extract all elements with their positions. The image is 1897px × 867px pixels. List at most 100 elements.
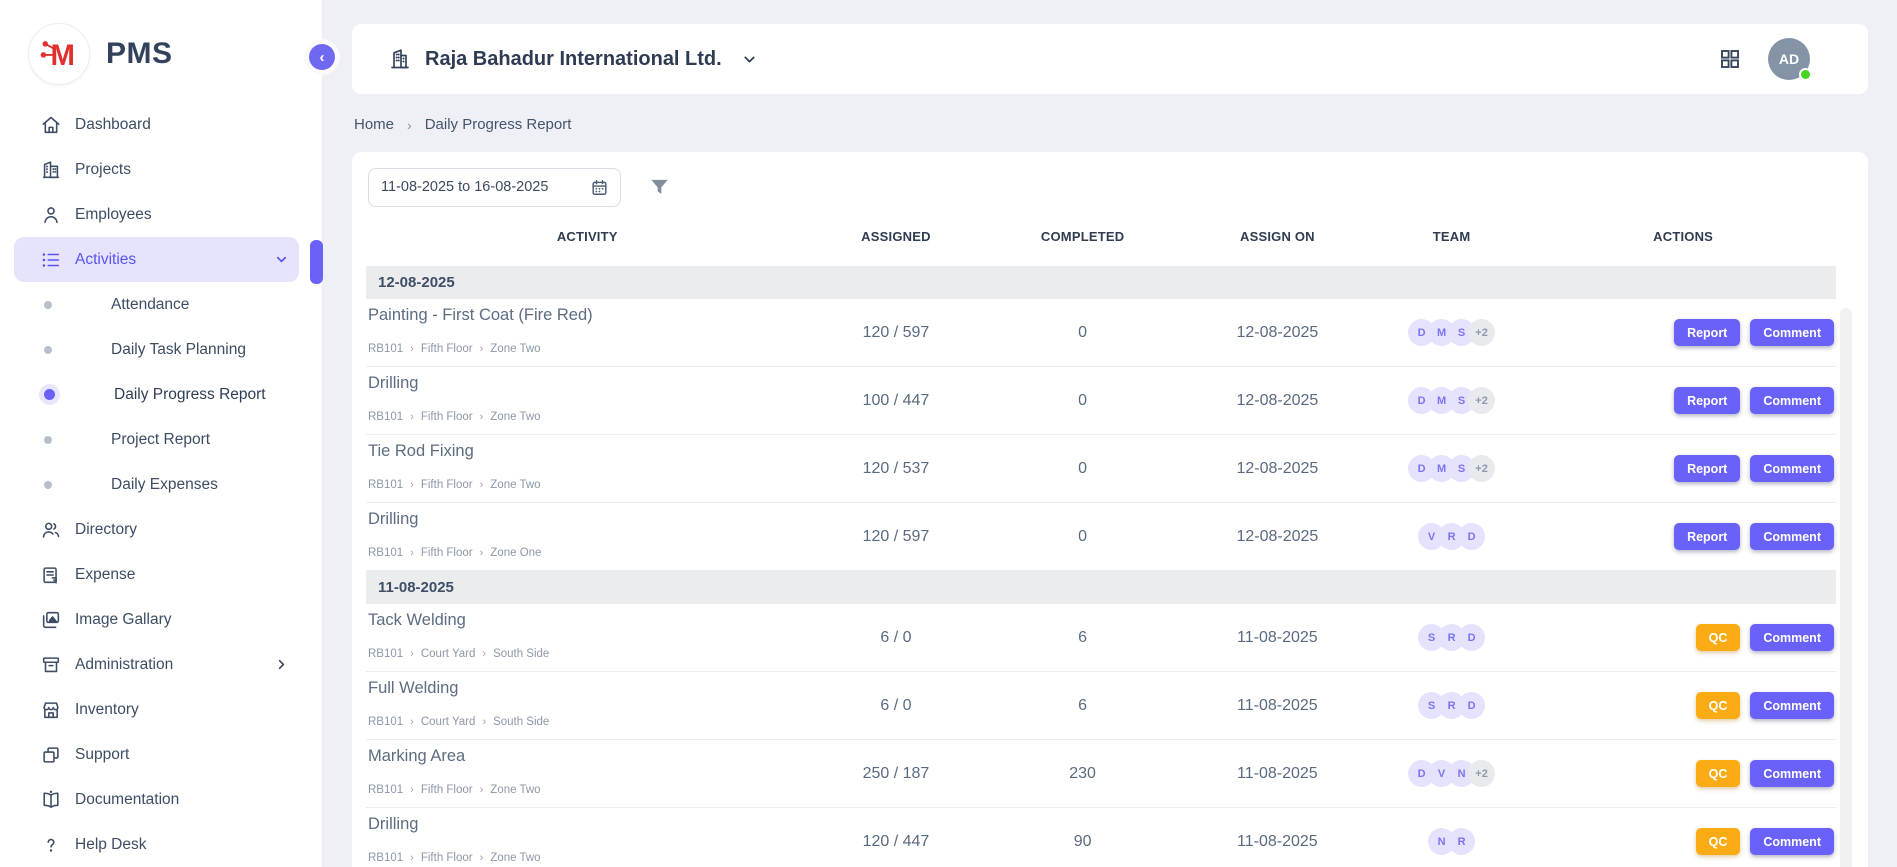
user-avatar[interactable]: AD (1768, 38, 1810, 80)
filter-funnel-icon[interactable] (648, 176, 671, 199)
team-member-badge[interactable]: R (1448, 828, 1475, 855)
bullet-dot-icon (44, 389, 55, 400)
sidebar-item-help-desk[interactable]: Help Desk (14, 822, 299, 867)
team-more-badge[interactable]: +2 (1468, 319, 1495, 346)
chevron-right-icon: › (480, 852, 484, 864)
team-more-badge[interactable]: +2 (1468, 455, 1495, 482)
table-scrollbar[interactable] (1840, 308, 1852, 867)
sidebar-item-label: Dashboard (75, 116, 151, 134)
comment-button[interactable]: Comment (1750, 692, 1834, 719)
sidebar-subitem-attendance[interactable]: Attendance (0, 282, 322, 327)
sidebar-item-label: Employees (75, 206, 152, 224)
table-row: Painting - First Coat (Fire Red)RB101›Fi… (366, 299, 1836, 367)
sidebar-item-support[interactable]: Support (14, 732, 299, 777)
receipt-icon (40, 564, 62, 586)
sidebar-item-employees[interactable]: Employees (14, 192, 299, 237)
comment-button[interactable]: Comment (1750, 455, 1834, 482)
date-range-input[interactable]: 11-08-2025 to 16-08-2025 (368, 168, 621, 207)
sidebar-item-administration[interactable]: Administration (14, 642, 299, 687)
table-body: 12-08-2025 Painting - First Coat (Fire Re… (366, 266, 1854, 867)
activity-cell: Full WeldingRB101›Court Yard›South Side (366, 672, 808, 739)
completed-value: 0 (983, 392, 1181, 410)
column-header-completed: COMPLETED (983, 229, 1181, 244)
sidebar-item-inventory[interactable]: Inventory (14, 687, 299, 732)
team-cell: DMS+2 (1373, 455, 1530, 482)
qc-button[interactable]: QC (1696, 828, 1741, 855)
chevron-right-icon: › (410, 648, 414, 660)
team-cell: VRD (1373, 523, 1530, 550)
sidebar-item-dashboard[interactable]: Dashboard (14, 102, 299, 147)
sidebar-item-documentation[interactable]: Documentation (14, 777, 299, 822)
sidebar-subitem-daily-progress-report[interactable]: Daily Progress Report (0, 372, 322, 417)
activity-path: RB101›Fifth Floor›Zone Two (368, 784, 808, 796)
qc-button[interactable]: QC (1696, 624, 1741, 651)
sidebar-item-activities[interactable]: Activities (14, 237, 299, 282)
path-segment: RB101 (368, 784, 403, 796)
completed-value: 6 (983, 629, 1181, 647)
comment-button[interactable]: Comment (1750, 319, 1834, 346)
qc-button[interactable]: QC (1696, 760, 1741, 787)
image-icon (40, 609, 62, 631)
sidebar-item-directory[interactable]: Directory (14, 507, 299, 552)
actions-cell: Report Comment (1530, 455, 1836, 482)
assigned-value: 120 / 447 (808, 833, 983, 851)
assign-on-value: 11-08-2025 (1182, 765, 1373, 783)
chevron-right-icon: › (410, 852, 414, 864)
sidebar-item-label: Activities (75, 251, 136, 269)
sidebar-item-image-gallary[interactable]: Image Gallary (14, 597, 299, 642)
comment-button[interactable]: Comment (1750, 624, 1834, 651)
table-row: Marking AreaRB101›Fifth Floor›Zone Two25… (366, 740, 1836, 808)
sidebar-item-label: Inventory (75, 701, 139, 719)
activity-path: RB101›Fifth Floor›Zone Two (368, 479, 808, 491)
sidebar-subitem-daily-task-planning[interactable]: Daily Task Planning (0, 327, 322, 372)
team-more-badge[interactable]: +2 (1468, 387, 1495, 414)
chevron-right-icon: › (480, 547, 484, 559)
activity-title: Tie Rod Fixing (368, 442, 808, 461)
team-member-badge[interactable]: D (1458, 624, 1485, 651)
chevron-right-icon: › (410, 411, 414, 423)
sidebar-collapse-button[interactable]: ‹ (309, 44, 335, 70)
breadcrumb: Home › Daily Progress Report (354, 116, 1868, 133)
report-button[interactable]: Report (1674, 523, 1740, 550)
comment-button[interactable]: Comment (1750, 387, 1834, 414)
report-button[interactable]: Report (1674, 455, 1740, 482)
bullet-dot-icon (44, 436, 52, 444)
path-segment: Fifth Floor (421, 343, 473, 355)
team-member-badge[interactable]: D (1458, 692, 1485, 719)
sidebar-item-projects[interactable]: Projects (14, 147, 299, 192)
apps-grid-icon[interactable] (1718, 47, 1742, 71)
activity-path: RB101›Court Yard›South Side (368, 648, 808, 660)
report-button[interactable]: Report (1674, 319, 1740, 346)
team-cell: DMS+2 (1373, 387, 1530, 414)
completed-value: 230 (983, 765, 1181, 783)
chevron-right-icon: › (407, 117, 412, 133)
company-selector[interactable]: Raja Bahadur International Ltd. (388, 47, 758, 71)
sidebar-subitem-daily-expenses[interactable]: Daily Expenses (0, 462, 322, 507)
sidebar-item-label: Help Desk (75, 836, 147, 854)
qc-button[interactable]: QC (1696, 692, 1741, 719)
chevron-right-icon (274, 657, 289, 672)
path-segment: Zone Two (490, 411, 540, 423)
team-more-badge[interactable]: +2 (1468, 760, 1495, 787)
activity-cell: Tack WeldingRB101›Court Yard›South Side (366, 604, 808, 671)
chevron-right-icon: › (482, 648, 486, 660)
sidebar-subitem-project-report[interactable]: Project Report (0, 417, 322, 462)
assigned-value: 6 / 0 (808, 697, 983, 715)
bullet-dot-icon (44, 301, 52, 309)
chevron-down-icon (741, 51, 758, 68)
assign-on-value: 12-08-2025 (1182, 392, 1373, 410)
breadcrumb-home[interactable]: Home (354, 116, 394, 133)
comment-button[interactable]: Comment (1750, 828, 1834, 855)
assign-on-value: 11-08-2025 (1182, 629, 1373, 647)
sidebar-item-expense[interactable]: Expense (14, 552, 299, 597)
comment-button[interactable]: Comment (1750, 760, 1834, 787)
chevron-right-icon: › (410, 716, 414, 728)
team-member-badge[interactable]: D (1458, 523, 1485, 550)
comment-button[interactable]: Comment (1750, 523, 1834, 550)
actions-cell: Report Comment (1530, 387, 1836, 414)
path-segment: South Side (493, 716, 549, 728)
sidebar-item-label: Directory (75, 521, 137, 539)
path-segment: Zone Two (490, 784, 540, 796)
report-button[interactable]: Report (1674, 387, 1740, 414)
path-segment: Fifth Floor (421, 411, 473, 423)
